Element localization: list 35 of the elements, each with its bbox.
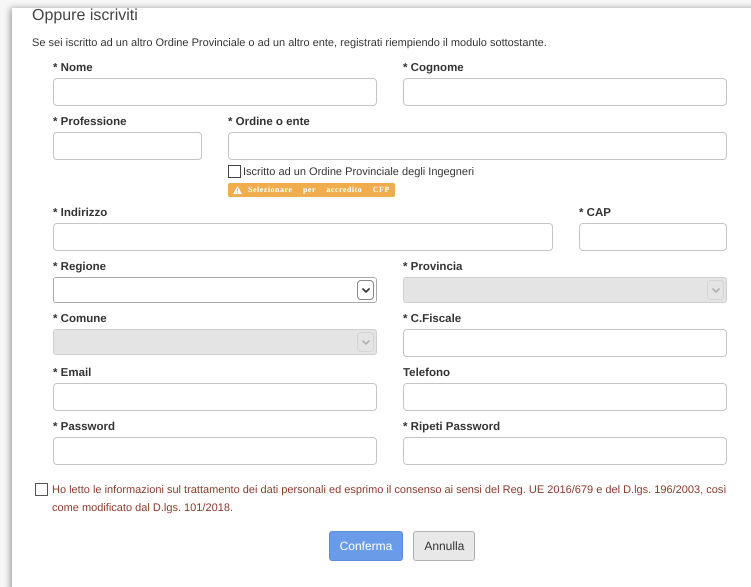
section-title: Oppure iscriviti — [32, 8, 139, 24]
field-label: * Professione — [53, 114, 128, 130]
warning-badge: Selezionare per accredito CFP — [228, 183, 395, 197]
warning-icon — [233, 186, 242, 194]
field-label: * Indirizzo — [53, 206, 108, 221]
field-label: * Cognome — [403, 60, 465, 76]
field-label: * C.Fiscale — [403, 312, 462, 327]
checkbox[interactable] — [228, 165, 241, 178]
password-field[interactable] — [403, 437, 727, 465]
consent-checkbox[interactable] — [35, 483, 48, 496]
field-label: * Comune — [53, 312, 108, 327]
intro-text: Se sei iscritto ad un altro Ordine Provinciale o ad un altro ente, registrati riempiendo il modulo sottostante. — [32, 36, 548, 51]
input-field[interactable] — [53, 223, 553, 251]
checkbox-label: Iscritto ad un Ordine Provinciale degli Ingegneri — [243, 164, 474, 180]
field-label: * Email — [53, 366, 92, 381]
cancel-button[interactable]: Annulla — [413, 531, 476, 561]
input-field[interactable] — [228, 132, 727, 160]
input-field[interactable] — [53, 132, 202, 160]
field-label: * Regione — [53, 260, 108, 275]
input-field[interactable] — [403, 383, 727, 411]
input-field[interactable] — [53, 78, 377, 106]
field-label: * Ordine o ente — [228, 114, 311, 130]
input-field[interactable] — [403, 78, 727, 106]
select-field[interactable] — [53, 277, 377, 303]
input-field[interactable] — [579, 223, 727, 251]
input-field[interactable] — [53, 383, 377, 411]
consent-text: Ho letto le informazioni sul trattamento dei dati personali ed esprimo il consenso ai sensi del Reg. UE 2016/679 e del D.lgs. 196/2003, così come modificato dal D.lgs. 101/2018. — [52, 483, 728, 516]
field-label: * CAP — [579, 206, 612, 221]
field-label: * Password — [53, 420, 116, 435]
field-label: * Nome — [53, 60, 94, 76]
field-label: * Provincia — [403, 260, 464, 275]
password-field[interactable] — [53, 437, 377, 465]
field-label: * Ripeti Password — [403, 420, 502, 435]
input-field[interactable] — [403, 329, 727, 357]
field-label: Telefono — [403, 366, 452, 381]
